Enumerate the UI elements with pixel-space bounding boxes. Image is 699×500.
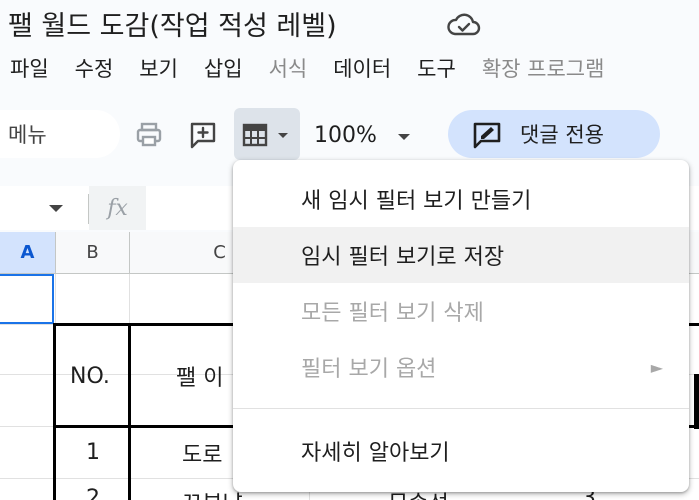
menu-view[interactable]: 보기	[139, 53, 178, 85]
filter-views-icon	[242, 123, 288, 147]
filter-views-menu: 새 임시 필터 보기 만들기 임시 필터 보기로 저장 모든 필터 보기 삭제 …	[233, 160, 689, 492]
function-icon: fx	[107, 195, 128, 221]
menu-format[interactable]: 서식	[269, 53, 308, 85]
search-menus-input[interactable]: 메뉴	[0, 110, 120, 158]
filter-views-button[interactable]	[234, 108, 300, 160]
chevron-down-icon	[397, 123, 411, 148]
menu-item-save-as-temp-filter-view[interactable]: 임시 필터 보기로 저장	[233, 227, 689, 283]
menu-extensions[interactable]: 확장 프로그램	[482, 53, 605, 85]
menu-item-label: 필터 보기 옵션	[301, 357, 437, 382]
menu-bar: 파일 수정 보기 삽입 서식 데이터 도구 확장 프로그램	[10, 53, 630, 85]
menu-item-label: 모든 필터 보기 삭제	[301, 301, 484, 326]
print-icon[interactable]	[130, 116, 168, 154]
menu-data[interactable]: 데이터	[333, 53, 391, 85]
menu-item-label: 임시 필터 보기로 저장	[301, 245, 505, 270]
cell-b-row1[interactable]: 1	[86, 440, 100, 465]
grid-line	[55, 274, 56, 324]
menu-file[interactable]: 파일	[10, 53, 49, 85]
menu-item-delete-all-filter-views[interactable]: 모든 필터 보기 삭제	[233, 283, 689, 339]
menu-item-filter-view-options[interactable]: 필터 보기 옵션 ►	[233, 339, 689, 395]
menu-item-label: 자세히 알아보기	[301, 441, 450, 466]
menu-divider	[233, 408, 689, 409]
submenu-arrow-icon: ►	[650, 357, 663, 377]
cloud-saved-icon[interactable]	[446, 10, 482, 38]
zoom-select[interactable]: 100%	[314, 116, 411, 154]
table-border	[128, 323, 131, 500]
comment-only-label: 댓글 전용	[520, 123, 604, 147]
cell-c-row1[interactable]: 도로	[182, 437, 222, 469]
comment-only-mode-button[interactable]: 댓글 전용	[448, 110, 660, 158]
fx-button[interactable]: fx	[89, 186, 146, 230]
cell-c-header[interactable]: 팰 이	[176, 360, 223, 392]
comment-edit-icon	[473, 122, 501, 149]
column-header-b[interactable]: B	[56, 232, 130, 274]
zoom-value: 100%	[314, 122, 377, 148]
table-border	[694, 374, 699, 429]
cell-b-row2[interactable]: 2	[86, 486, 100, 500]
document-title[interactable]: 팰 월드 도감(작업 적성 레벨)	[8, 4, 337, 43]
name-box-chevron-icon[interactable]	[46, 200, 66, 214]
cell-b-header[interactable]: NO.	[70, 364, 110, 389]
search-menus-label: 메뉴	[8, 123, 47, 147]
table-border	[53, 323, 56, 500]
menu-edit[interactable]: 수정	[75, 53, 114, 85]
selected-cell[interactable]	[0, 274, 54, 324]
add-comment-icon[interactable]	[184, 116, 222, 154]
menu-item-learn-more[interactable]: 자세히 알아보기	[233, 423, 689, 479]
column-header-a[interactable]: A	[0, 232, 56, 274]
menu-item-create-temp-filter-view[interactable]: 새 임시 필터 보기 만들기	[233, 171, 689, 227]
menu-item-label: 새 임시 필터 보기 만들기	[301, 189, 532, 214]
menu-tools[interactable]: 도구	[417, 53, 456, 85]
menu-insert[interactable]: 삽입	[204, 53, 243, 85]
